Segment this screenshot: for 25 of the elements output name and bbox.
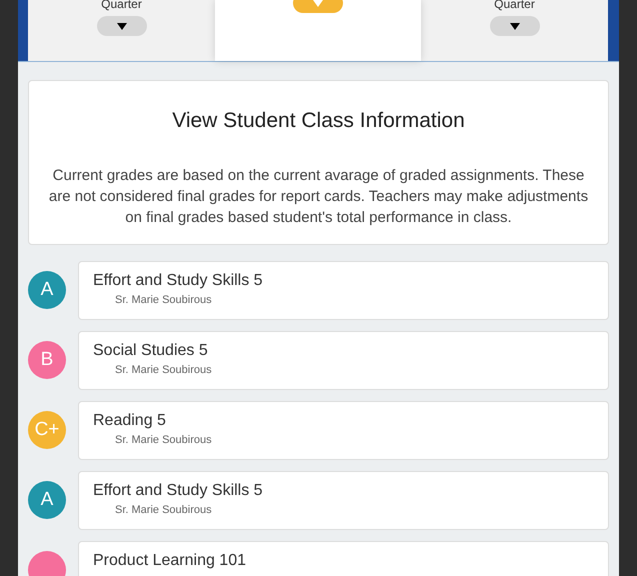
card-title: View Student Class Information	[171, 108, 466, 134]
class-name: Product Learning 101	[93, 550, 247, 570]
grade-badge: A	[28, 271, 66, 309]
card-description: Current grades are based on the current avarage of graded assignments. These are not considered final grades for report cards. Teachers may make adjustments on final grades based student's total performance in class.	[48, 166, 590, 228]
class-name: Reading 5	[93, 410, 167, 430]
teacher-name: Sr. Marie Soubirous	[115, 432, 213, 448]
class-card[interactable]: Product Learning 101	[78, 540, 609, 576]
class-name: Effort and Study Skills 5	[93, 270, 264, 290]
class-card[interactable]: Effort and Study Skills 5 Sr. Marie Soubirous	[78, 260, 609, 320]
grade-badge: C+	[28, 411, 66, 449]
class-card[interactable]: Social Studies 5 Sr. Marie Soubirous	[78, 330, 609, 390]
grade-badge: A	[28, 481, 66, 519]
class-name: Social Studies 5	[93, 340, 209, 360]
grade-badge: B	[28, 341, 66, 379]
class-card[interactable]: Effort and Study Skills 5 Sr. Marie Soubirous	[78, 470, 609, 530]
teacher-name: Sr. Marie Soubirous	[115, 292, 213, 308]
caret-down-icon	[510, 22, 520, 30]
class-card[interactable]: Reading 5 Sr. Marie Soubirous	[78, 400, 609, 460]
caret-down-icon	[313, 0, 323, 6]
class-name: Effort and Study Skills 5	[93, 480, 264, 500]
dropdown-button[interactable]	[490, 16, 540, 36]
caret-down-icon	[116, 22, 126, 30]
teacher-name: Sr. Marie Soubirous	[115, 502, 213, 518]
dropdown-button[interactable]	[96, 16, 146, 36]
teacher-name: Sr. Marie Soubirous	[115, 362, 213, 378]
